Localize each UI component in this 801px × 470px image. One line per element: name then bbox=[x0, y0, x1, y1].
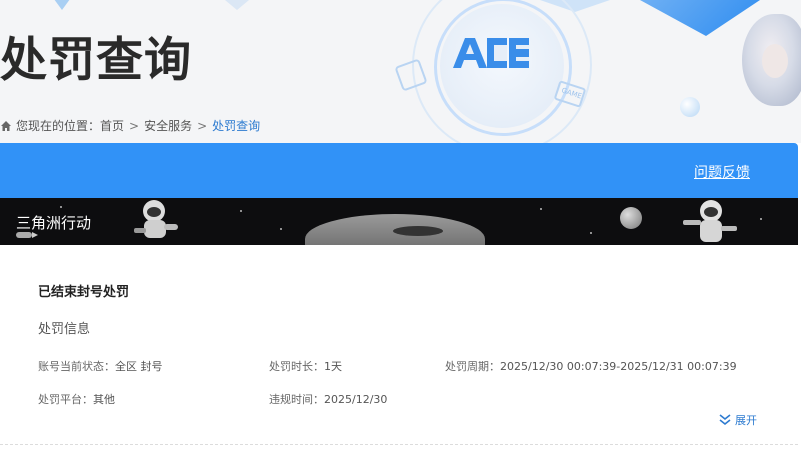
decor-bubble bbox=[680, 97, 700, 117]
breadcrumb-separator: > bbox=[129, 118, 140, 133]
star-decor bbox=[280, 228, 282, 230]
period-field: 处罚周期：2025/12/30 00:07:39-2025/12/31 00:0… bbox=[445, 358, 737, 374]
breadcrumb-item-security[interactable]: 安全服务 bbox=[144, 117, 192, 134]
field-label: 违规时间： bbox=[269, 393, 324, 406]
star-decor bbox=[60, 206, 62, 208]
field-value: 其他 bbox=[93, 393, 115, 406]
star-decor bbox=[760, 218, 762, 220]
breadcrumb-item-current[interactable]: 处罚查询 bbox=[212, 117, 260, 134]
duration-field: 处罚时长：1天 bbox=[269, 358, 342, 374]
platform-field: 处罚平台：其他 bbox=[38, 391, 115, 407]
field-value: 全区 封号 bbox=[115, 360, 163, 373]
game-name: 三角洲行动 bbox=[16, 214, 92, 232]
decor-triangle bbox=[40, 0, 84, 10]
breadcrumb: 您现在的位置： 首页 > 安全服务 > 处罚查询 bbox=[0, 117, 260, 134]
device-illustration bbox=[305, 214, 485, 245]
decor-triangle bbox=[640, 0, 760, 36]
star-decor bbox=[240, 210, 242, 212]
section-title: 处罚信息 bbox=[38, 322, 91, 337]
home-icon bbox=[1, 120, 11, 131]
account-status-field: 账号当前状态：全区 封号 bbox=[38, 358, 163, 374]
decor-triangle bbox=[225, 0, 249, 10]
penalty-record-card: 已结束封号处罚 处罚信息 账号当前状态：全区 封号 处罚时长：1天 处罚周期：2… bbox=[0, 245, 798, 445]
breadcrumb-separator: > bbox=[197, 118, 208, 133]
star-decor bbox=[540, 208, 542, 210]
chevron-down-double-icon bbox=[719, 414, 731, 426]
game-badge-text: GAME bbox=[560, 86, 583, 101]
astronaut-illustration bbox=[134, 200, 178, 238]
ace-logo bbox=[453, 38, 529, 68]
breadcrumb-prefix: 您现在的位置： bbox=[16, 119, 101, 133]
astronaut-illustration bbox=[683, 200, 737, 242]
field-label: 处罚时长： bbox=[269, 360, 324, 373]
field-value: 2025/12/30 00:07:39-2025/12/31 00:07:39 bbox=[500, 360, 737, 373]
field-value: 2025/12/30 bbox=[324, 393, 388, 406]
expand-label: 展开 bbox=[735, 414, 757, 427]
violation-time-field: 违规时间：2025/12/30 bbox=[269, 391, 387, 407]
feedback-link[interactable]: 问题反馈 bbox=[694, 162, 750, 182]
field-label: 处罚平台： bbox=[38, 393, 93, 406]
field-label: 账号当前状态： bbox=[38, 360, 115, 373]
penalty-status-title: 已结束封号处罚 bbox=[38, 285, 130, 300]
breadcrumb-item-home[interactable]: 首页 bbox=[100, 117, 124, 134]
expand-button[interactable]: 展开 bbox=[718, 412, 757, 428]
page-title: 处罚查询 bbox=[0, 33, 192, 88]
character-illustration bbox=[742, 14, 801, 106]
planet-illustration bbox=[620, 207, 642, 229]
field-value: 1天 bbox=[324, 360, 342, 373]
game-banner: 三角洲行动 bbox=[0, 198, 798, 245]
action-bar: 问题反馈 bbox=[0, 143, 798, 198]
star-decor bbox=[590, 232, 592, 234]
field-label: 处罚周期： bbox=[445, 360, 500, 373]
